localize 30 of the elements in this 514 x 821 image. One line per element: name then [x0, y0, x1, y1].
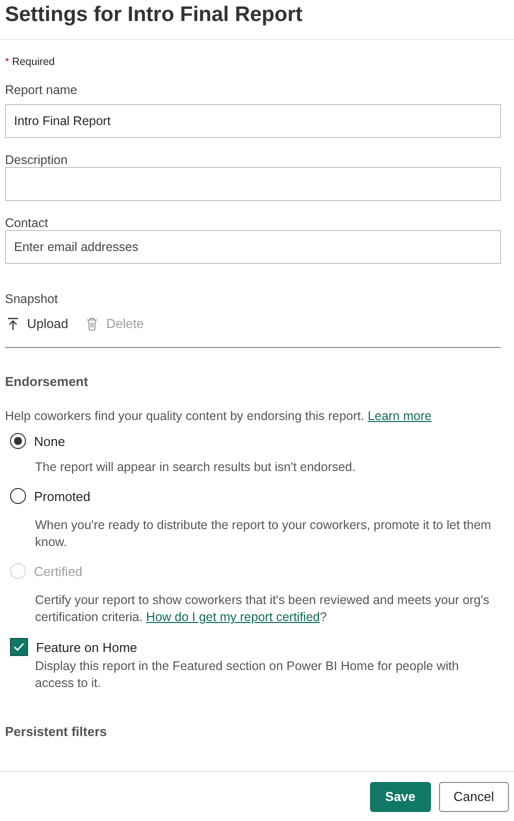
save-button[interactable]: Save [370, 782, 431, 812]
section-heading: Endorsement [5, 374, 90, 389]
radio-option[interactable]: None [5, 433, 66, 449]
trash-icon [86, 316, 98, 330]
upload-icon [7, 316, 19, 330]
input-field[interactable]: Intro Final Report [5, 104, 501, 138]
radio-option[interactable]: Promoted [5, 488, 90, 504]
section-heading: Persistent filters [5, 724, 108, 739]
learn-more-link[interactable]: Learn more [368, 409, 432, 423]
input-field[interactable]: Enter email addresses [5, 230, 501, 264]
required-mark: * [5, 56, 10, 68]
cancel-button[interactable]: Cancel [438, 782, 509, 812]
field-label: Report name [5, 83, 78, 97]
action-button[interactable]: Upload [5, 316, 70, 331]
radio-button[interactable] [10, 488, 26, 504]
option-description: Display this report in the Featured section on Power BI Home for people with access to it. [35, 658, 460, 692]
checkbox-label: Feature on Home [36, 640, 138, 654]
option-description: When you're ready to distribute the report to your coworkers, promote it to let them know. [35, 517, 492, 551]
page-title: Settings for Intro Final Report [0, 0, 514, 40]
input-field[interactable] [5, 167, 501, 201]
field-label: Contact [5, 216, 50, 230]
checkbox[interactable] [10, 638, 28, 656]
help-text: Help coworkers find your quality content by endorsing this report. Learn more [5, 409, 433, 423]
option-description: The report will appear in search results but isn't endorsed. [35, 459, 357, 476]
field-label: Description [5, 153, 69, 167]
option-description: Certify your report to show coworkers that it's been reviewed and meets your org's certification criteria. How do I get my report certified? [35, 592, 490, 626]
required-note: Required [12, 56, 55, 68]
field-label: Snapshot [5, 292, 58, 306]
checkmark-icon [13, 642, 25, 652]
radio-button[interactable] [10, 433, 26, 449]
